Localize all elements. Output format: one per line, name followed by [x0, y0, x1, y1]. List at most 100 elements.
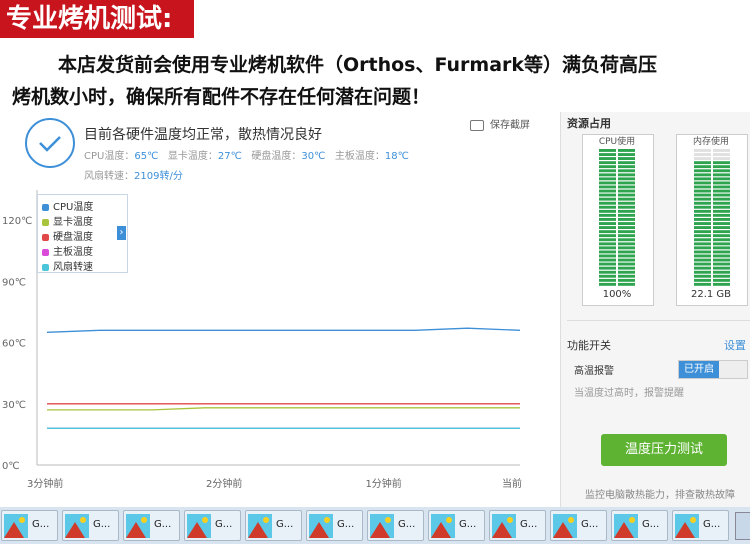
meter-segment: [713, 173, 730, 177]
settings-link[interactable]: 设置: [724, 337, 746, 353]
legend-item[interactable]: 显卡温度: [42, 213, 93, 228]
meter-segment: [694, 246, 711, 250]
meter-segment: [713, 185, 730, 189]
taskbar-item[interactable]: G...: [123, 510, 180, 541]
image-viewer-icon: [370, 514, 394, 538]
legend-label: 硬盘温度: [53, 232, 93, 243]
meter-segment: [713, 193, 730, 197]
meter-segment: [694, 262, 711, 266]
taskbar-item[interactable]: G...: [611, 510, 668, 541]
taskbar-item[interactable]: G...: [1, 510, 58, 541]
meter-segment: [694, 157, 711, 160]
legend-item[interactable]: 风扇转速: [42, 258, 93, 273]
meter-segment: [599, 230, 616, 234]
meter-segment: [713, 254, 730, 258]
show-desktop-button[interactable]: [735, 512, 750, 540]
meter-segment: [694, 242, 711, 246]
meter-segment: [618, 197, 635, 201]
legend-label: 主板温度: [53, 247, 93, 258]
legend-item[interactable]: CPU温度: [42, 198, 93, 213]
image-viewer-icon: [187, 514, 211, 538]
taskbar-item[interactable]: G...: [428, 510, 485, 541]
legend-swatch: [42, 248, 49, 256]
save-screenshot-button[interactable]: 保存截屏: [470, 116, 530, 131]
meter-segment: [694, 169, 711, 173]
meter-segment: [618, 270, 635, 274]
taskbar-item[interactable]: G...: [184, 510, 241, 541]
meter-segment: [599, 278, 616, 282]
meter-segment: [599, 149, 616, 152]
meter-segment: [713, 238, 730, 242]
image-viewer-icon: [614, 514, 638, 538]
meter-segment: [618, 242, 635, 246]
taskbar-item[interactable]: G...: [367, 510, 424, 541]
x-tick-label: 3分钟前: [27, 477, 63, 490]
fan-speed-value: 2109转/分: [134, 171, 183, 182]
taskbar-item-label: G...: [32, 519, 50, 530]
taskbar-item[interactable]: G...: [245, 510, 302, 541]
mem-meter-value: 22.1 GB: [690, 289, 732, 300]
meter-segment: [713, 218, 730, 221]
divider: [567, 320, 750, 321]
taskbar: G... G... G... G... G... G... G... G... G... G...…: [0, 507, 750, 544]
series-line: [46, 327, 521, 333]
alarm-description: 当温度过高时，报警提醒: [574, 388, 684, 399]
legend-swatch: [42, 263, 49, 271]
meter-segment: [599, 262, 616, 266]
taskbar-item-label: G...: [215, 519, 233, 530]
cpu-meter-title: CPU使用: [598, 137, 636, 147]
gpu-temp-value: 27℃: [217, 151, 242, 162]
meter-segment: [618, 258, 635, 262]
meter-segment: [599, 226, 616, 229]
meter-segment: [694, 282, 711, 286]
meter-segment: [713, 201, 730, 205]
taskbar-item[interactable]: G...: [672, 510, 729, 541]
meter-segment: [618, 181, 635, 185]
meter-segment: [694, 173, 711, 177]
taskbar-item-label: G...: [459, 519, 477, 530]
meter-segment: [713, 213, 730, 217]
legend-swatch: [42, 203, 49, 211]
banner-title: 专业烤机测试:: [0, 0, 194, 38]
image-viewer-icon: [65, 514, 89, 538]
board-temp-label: 主板温度：: [334, 151, 385, 162]
meter-segment: [694, 149, 711, 152]
legend-label: 显卡温度: [53, 217, 93, 228]
legend-item[interactable]: 硬盘温度: [42, 228, 93, 243]
meter-segment: [618, 234, 635, 238]
meter-segment: [713, 161, 730, 165]
y-tick-label: 90℃: [2, 277, 26, 288]
meter-segment: [599, 266, 616, 270]
meter-segment: [713, 169, 730, 173]
taskbar-item[interactable]: G...: [550, 510, 607, 541]
meter-segment: [599, 153, 616, 156]
meter-segment: [599, 234, 616, 238]
image-viewer-icon: [4, 514, 28, 538]
stress-test-button[interactable]: 温度压力测试: [601, 434, 727, 466]
alarm-toggle[interactable]: 已开启: [678, 360, 748, 379]
taskbar-item[interactable]: G...: [306, 510, 363, 541]
meter-segment: [599, 165, 616, 169]
meter-segment: [713, 274, 730, 278]
y-tick-label: 60℃: [2, 339, 26, 350]
taskbar-item[interactable]: G...: [489, 510, 546, 541]
taskbar-item[interactable]: G...: [62, 510, 119, 541]
legend-collapse-icon[interactable]: ›: [117, 226, 126, 240]
image-viewer-icon: [492, 514, 516, 538]
board-temp-value: 18℃: [384, 151, 409, 162]
legend-item[interactable]: 主板温度: [42, 243, 93, 258]
meter-segment: [618, 209, 635, 213]
meter-segment: [618, 238, 635, 242]
meter-segment: [599, 201, 616, 205]
promo-line-1: 本店发货前会使用专业烤机软件（Orthos、Furmark等）满负荷高压: [58, 54, 658, 76]
meter-segment: [618, 213, 635, 217]
meter-segment: [618, 153, 635, 156]
meter-segment: [713, 177, 730, 181]
meter-segment: [599, 185, 616, 189]
meter-segment: [618, 222, 635, 225]
meter-segment: [618, 254, 635, 258]
meter-segment: [694, 254, 711, 258]
meter-segment: [713, 205, 730, 209]
taskbar-item-label: G...: [398, 519, 416, 530]
memory-meter-bars: [694, 149, 730, 286]
